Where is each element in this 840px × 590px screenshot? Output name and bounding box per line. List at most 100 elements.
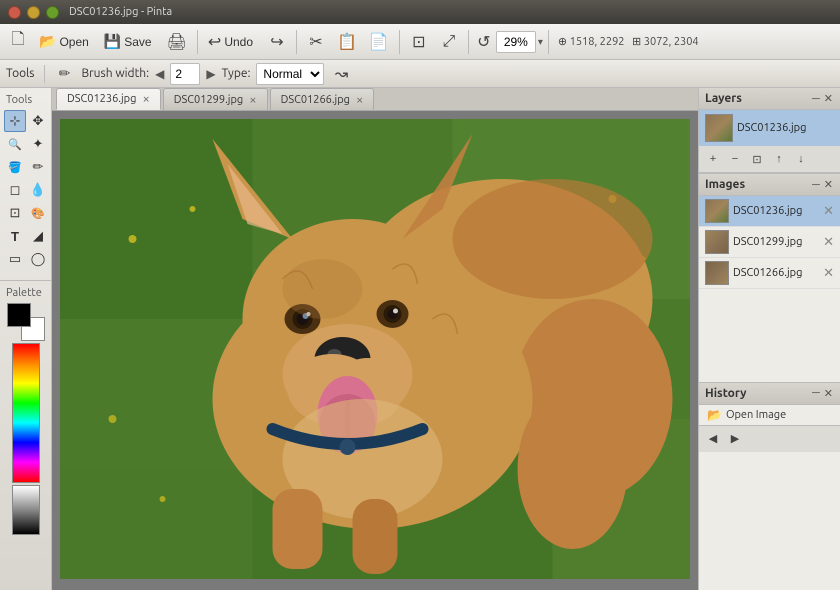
type-select[interactable]: Normal Multiply Screen Overlay [256, 63, 324, 85]
text-tool[interactable]: T [4, 225, 26, 247]
tab-close-2[interactable]: × [249, 93, 256, 107]
minimize-button[interactable] [27, 6, 40, 19]
main-toolbar: 🗋 📂 Open 💾 Save 🖨 ↩ Undo ↪ ✂ 📋 📄 ⊡ ⤢ ↺ 2… [0, 24, 840, 60]
tab-dsc01266[interactable]: DSC01266.jpg × [270, 88, 375, 110]
image-close-1[interactable]: ✕ [823, 204, 834, 219]
tools-sep [44, 65, 45, 83]
zoom-input[interactable]: 29% [496, 31, 536, 53]
image-thumb-2 [705, 230, 729, 254]
history-forward-btn[interactable]: ▶ [725, 429, 745, 449]
paste-button[interactable]: 📄 [364, 28, 394, 56]
image-item-2[interactable]: DSC01299.jpg ✕ [699, 227, 840, 258]
brush-width-arrow-left[interactable]: ◀ [155, 67, 164, 81]
tab-close-3[interactable]: × [356, 93, 363, 107]
layer-name: DSC01236.jpg [737, 122, 806, 134]
crop-button[interactable]: ⊡ [405, 28, 433, 56]
eraser-tool[interactable]: ◻ [4, 179, 26, 201]
new-button[interactable]: 🗋 [4, 28, 32, 56]
history-back-btn[interactable]: ◀ [703, 429, 723, 449]
blend-icon-btn[interactable]: ↝ [330, 63, 352, 85]
image-thumb-3 [705, 261, 729, 285]
zoom-tool[interactable]: 🔍 [4, 133, 26, 155]
image-name-1: DSC01236.jpg [733, 205, 819, 217]
undo-button[interactable]: ↩ Undo [203, 28, 261, 56]
rectangle-select-tool[interactable]: ⊹ [4, 110, 26, 132]
brush-width-arrow-right[interactable]: ▶ [206, 67, 215, 81]
maximize-button[interactable] [46, 6, 59, 19]
image-canvas [60, 119, 690, 579]
tab-close-1[interactable]: × [142, 92, 149, 106]
history-label-1: Open Image [726, 409, 786, 421]
layers-minimize-btn[interactable]: ─ [811, 92, 821, 105]
history-item-1[interactable]: 📂 Open Image [699, 405, 840, 425]
layers-settings-btn[interactable]: ✕ [823, 92, 834, 105]
canvas-area: DSC01236.jpg × DSC01299.jpg × DSC01266.j… [52, 88, 698, 590]
print-button[interactable]: 🖨 [162, 28, 192, 56]
brush-width-input[interactable] [170, 63, 200, 85]
shapes-tool[interactable]: ◢ [27, 225, 49, 247]
image-item-1[interactable]: DSC01236.jpg ✕ [699, 196, 840, 227]
brush-width-label: Brush width: [82, 67, 150, 80]
toolbar-separator-2 [296, 30, 297, 54]
tab-label-3: DSC01266.jpg [281, 94, 350, 106]
close-button[interactable] [8, 6, 21, 19]
eyedropper-tool[interactable]: 💧 [27, 179, 49, 201]
layers-header-icons: ─ ✕ [811, 92, 834, 105]
layer-item[interactable]: DSC01236.jpg [699, 110, 840, 146]
image-item-3[interactable]: DSC01266.jpg ✕ [699, 258, 840, 289]
history-header: History ─ ✕ [699, 383, 840, 405]
tab-dsc01299[interactable]: DSC01299.jpg × [163, 88, 268, 110]
tab-dsc01236[interactable]: DSC01236.jpg × [56, 88, 161, 110]
images-title: Images [705, 178, 745, 191]
image-close-2[interactable]: ✕ [823, 235, 834, 250]
palette-section: Palette [0, 280, 51, 541]
recolor-tool[interactable]: 🎨 [27, 202, 49, 224]
tabs-bar: DSC01236.jpg × DSC01299.jpg × DSC01266.j… [52, 88, 698, 111]
history-title: History [705, 387, 747, 400]
open-button[interactable]: 📂 Open [34, 28, 97, 56]
paintbucket-tool[interactable]: 🪣 [4, 156, 26, 178]
images-minimize-btn[interactable]: ─ [811, 178, 821, 191]
fg-bg-colors[interactable] [7, 303, 45, 341]
grey-strip[interactable] [12, 485, 40, 535]
zoom-dropdown-arrow[interactable]: ▾ [538, 36, 543, 48]
cut-button[interactable]: ✂ [302, 28, 330, 56]
history-minimize-btn[interactable]: ─ [811, 387, 821, 400]
rectangle-tool[interactable]: ▭ [4, 248, 26, 270]
pencil-tool-btn[interactable]: ✏ [54, 63, 76, 85]
toolbar-separator-5 [548, 30, 549, 54]
layer-add-btn[interactable]: + [703, 149, 723, 169]
main-area: Tools ⊹ ✥ 🔍 ✦ 🪣 ✏ ◻ 💧 ⊡ 🎨 T ◢ ▭ ◯ Palett… [0, 88, 840, 590]
clone-tool[interactable]: ⊡ [4, 202, 26, 224]
images-settings-btn[interactable]: ✕ [823, 178, 834, 191]
toolbar-separator-1 [197, 30, 198, 54]
history-controls: ◀ ▶ [699, 425, 840, 452]
layer-down-btn[interactable]: ↓ [791, 149, 811, 169]
palette-title: Palette [2, 285, 49, 301]
foreground-color[interactable] [7, 303, 31, 327]
layer-duplicate-btn[interactable]: ⊡ [747, 149, 767, 169]
save-button[interactable]: 💾 Save [99, 28, 160, 56]
image-close-3[interactable]: ✕ [823, 266, 834, 281]
resize-button[interactable]: ⤢ [435, 28, 463, 56]
color-strip[interactable] [12, 343, 40, 483]
type-label: Type: [222, 67, 251, 80]
history-section: History ─ ✕ 📂 Open Image ◀ ▶ [699, 383, 840, 590]
tab-label-2: DSC01299.jpg [174, 94, 243, 106]
layer-delete-btn[interactable]: − [725, 149, 745, 169]
layer-up-btn[interactable]: ↑ [769, 149, 789, 169]
cursor-coords: ⊕ 1518, 2292 ⊞ 3072, 2304 [558, 35, 699, 48]
ellipse-tool[interactable]: ◯ [27, 248, 49, 270]
copy-button[interactable]: 📋 [332, 28, 362, 56]
zoom-out-button[interactable]: ↺ [474, 28, 494, 56]
left-panel: Tools ⊹ ✥ 🔍 ✦ 🪣 ✏ ◻ 💧 ⊡ 🎨 T ◢ ▭ ◯ Palett… [0, 88, 52, 590]
redo-button[interactable]: ↪ [263, 28, 291, 56]
move-tool[interactable]: ✥ [27, 110, 49, 132]
layers-header: Layers ─ ✕ [699, 88, 840, 110]
history-settings-btn[interactable]: ✕ [823, 387, 834, 400]
right-panel: Layers ─ ✕ DSC01236.jpg + − ⊡ ↑ ↓ [698, 88, 840, 590]
window-title: DSC01236.jpg - Pinta [69, 6, 172, 18]
pencil-tool[interactable]: ✏ [27, 156, 49, 178]
magic-wand-tool[interactable]: ✦ [27, 133, 49, 155]
layers-section: Layers ─ ✕ DSC01236.jpg + − ⊡ ↑ ↓ [699, 88, 840, 174]
